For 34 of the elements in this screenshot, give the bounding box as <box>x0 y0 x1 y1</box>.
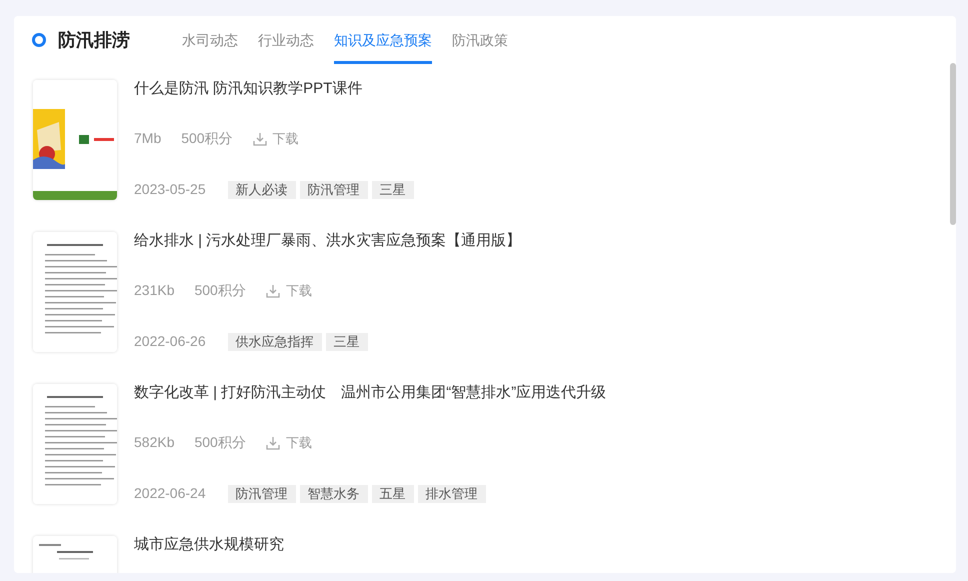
points-cost: 500积分 <box>181 129 233 148</box>
file-size: 7Mb <box>134 129 162 148</box>
tag: 三星 <box>326 332 368 350</box>
file-size: 582Kb <box>134 433 174 452</box>
item-date: 2023-05-25 <box>134 180 206 199</box>
download-link[interactable]: 下载 <box>266 280 312 300</box>
tag: 防汛管理 <box>228 484 296 502</box>
tab[interactable]: 行业动态 <box>258 18 314 64</box>
file-size: 231Kb <box>134 281 174 300</box>
item-title[interactable]: 给水排水 | 污水处理厂暴雨、洪水灾害应急预案【通用版】 <box>134 232 522 250</box>
download-link[interactable]: 下载 <box>266 432 312 452</box>
tag: 排水管理 <box>418 484 486 502</box>
item-title[interactable]: 什么是防汛 防汛知识教学PPT课件 <box>134 80 414 98</box>
tag: 新人必读 <box>228 180 296 198</box>
tag: 三星 <box>372 180 414 198</box>
tag: 智慧水务 <box>300 484 368 502</box>
download-link[interactable]: 下载 <box>252 128 299 148</box>
download-icon <box>266 284 280 298</box>
tag: 供水应急指挥 <box>228 332 322 350</box>
download-icon <box>252 132 267 146</box>
points-cost: 500积分 <box>194 433 246 452</box>
item-date: 2022-06-26 <box>134 332 206 351</box>
points-cost: 500积分 <box>194 281 246 300</box>
scrollbar[interactable] <box>950 63 956 225</box>
download-icon <box>266 436 280 450</box>
tab[interactable]: 防汛政策 <box>452 18 508 64</box>
tab[interactable]: 水司动态 <box>182 18 238 64</box>
tab[interactable]: 知识及应急预案 <box>334 18 432 64</box>
item-title[interactable]: 数字化改革 | 打好防汛主动仗 温州市公用集团“智慧排水”应用迭代升级 <box>134 384 606 402</box>
tag: 防汛管理 <box>300 180 368 198</box>
item-title[interactable]: 城市应急供水规模研究 <box>134 536 284 554</box>
tag: 五星 <box>372 484 414 502</box>
section-title: 防汛排涝 <box>58 28 130 52</box>
item-date: 2022-06-24 <box>134 484 206 503</box>
